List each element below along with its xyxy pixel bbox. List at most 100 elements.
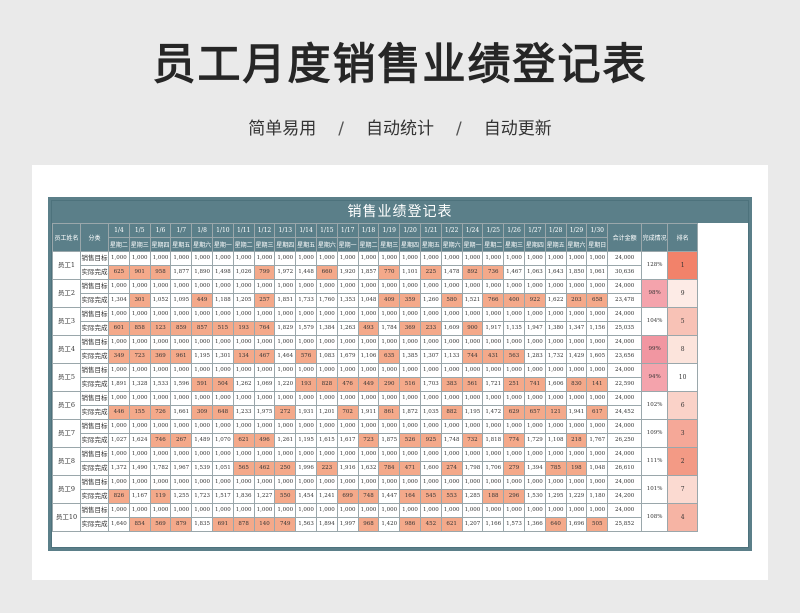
rank-cell: 1 xyxy=(667,251,699,280)
target-cell: 1,000 xyxy=(315,419,338,434)
target-cell: 1,000 xyxy=(399,279,421,294)
category-actual: 实际完成 xyxy=(80,433,109,448)
target-cell: 1,000 xyxy=(336,503,359,518)
actual-cell: 1,767 xyxy=(586,433,609,448)
target-cell: 1,000 xyxy=(378,391,401,406)
target-cell: 1,000 xyxy=(586,335,609,350)
table-row-actual: 实际完成 601 858 123 859 857 515 193 764 1,829 1,579 1,… xyxy=(53,321,698,336)
target-cell: 1,000 xyxy=(295,475,317,490)
target-cell: 1,000 xyxy=(274,391,297,406)
target-cell: 1,000 xyxy=(461,447,484,462)
actual-cell: 828 xyxy=(315,377,338,392)
actual-cell: 968 xyxy=(357,517,380,532)
target-cell: 1,000 xyxy=(461,475,484,490)
target-cell: 1,000 xyxy=(357,475,380,490)
target-cell: 1,000 xyxy=(128,307,151,322)
actual-cell: 1,533 xyxy=(149,377,172,392)
target-cell: 1,000 xyxy=(191,475,213,490)
actual-cell: 1,967 xyxy=(170,461,193,476)
actual-cell: 1,877 xyxy=(170,265,193,280)
actual-cell: 1,304 xyxy=(108,293,130,308)
target-cell: 1,000 xyxy=(295,307,317,322)
target-cell: 1,000 xyxy=(503,419,525,434)
actual-cell: 1,095 xyxy=(170,293,193,308)
target-cell: 1,000 xyxy=(419,475,442,490)
actual-cell: 629 xyxy=(503,405,525,420)
actual-cell: 748 xyxy=(357,489,380,504)
actual-cell: 1,133 xyxy=(440,349,463,364)
actual-cell: 471 xyxy=(399,461,421,476)
table-row-actual: 实际完成 1,891 1,328 1,533 1,596 591 504 1,262 1,069… xyxy=(53,377,698,392)
weekday-header: 星期三 xyxy=(128,237,151,252)
col-header-rank: 排名 xyxy=(667,223,699,252)
target-cell: 1,000 xyxy=(399,419,421,434)
actual-cell: 188 xyxy=(482,489,505,504)
target-cell: 1,000 xyxy=(586,363,609,378)
actual-cell: 476 xyxy=(336,377,359,392)
target-cell: 1,000 xyxy=(419,307,442,322)
table-row-actual: 实际完成 349 723 369 961 1,195 1,301 134 467 1,464 576… xyxy=(53,349,698,364)
target-cell: 1,000 xyxy=(378,335,401,350)
target-cell: 1,000 xyxy=(274,475,297,490)
target-cell: 1,000 xyxy=(253,307,276,322)
target-cell: 1,000 xyxy=(482,363,505,378)
target-cell: 1,000 xyxy=(440,391,463,406)
actual-cell: 1,229 xyxy=(565,489,588,504)
target-cell: 1,000 xyxy=(108,503,130,518)
category-target: 销售目标 xyxy=(80,363,109,378)
actual-cell: 1,035 xyxy=(419,405,442,420)
target-cell: 1,000 xyxy=(170,447,193,462)
target-cell: 1,000 xyxy=(357,419,380,434)
target-cell: 1,000 xyxy=(544,503,567,518)
actual-cell: 640 xyxy=(544,517,567,532)
actual-cell: 1,723 xyxy=(191,489,213,504)
actual-cell: 784 xyxy=(378,461,401,476)
actual-cell: 349 xyxy=(108,349,130,364)
target-cell: 1,000 xyxy=(586,307,609,322)
target-cell: 1,000 xyxy=(274,251,297,266)
actual-cell: 1,429 xyxy=(565,349,588,364)
actual-cell: 1,748 xyxy=(440,433,463,448)
actual-cell: 504 xyxy=(211,377,234,392)
target-cell: 1,000 xyxy=(149,279,172,294)
col-header-total: 合计金额 xyxy=(607,223,643,252)
rank-cell: 5 xyxy=(667,307,699,336)
date-header: 1/19 xyxy=(378,223,401,238)
actual-cell: 785 xyxy=(544,461,567,476)
date-header: 1/29 xyxy=(565,223,588,238)
actual-cell: 1,260 xyxy=(419,293,442,308)
actual-total: 23,656 xyxy=(607,349,643,364)
date-header: 1/5 xyxy=(128,223,151,238)
actual-cell: 496 xyxy=(253,433,276,448)
employee-name: 员工5 xyxy=(52,363,81,392)
target-cell: 1,000 xyxy=(378,279,401,294)
employee-name: 员工2 xyxy=(52,279,81,308)
weekday-header: 星期六 xyxy=(191,237,213,252)
actual-cell: 660 xyxy=(315,265,338,280)
weekday-header: 星期四 xyxy=(523,237,546,252)
target-cell: 1,000 xyxy=(523,335,546,350)
actual-total: 23,478 xyxy=(607,293,643,308)
page-title: 员工月度销售业绩登记表 xyxy=(152,40,648,90)
target-cell: 1,000 xyxy=(565,335,588,350)
target-total: 24,000 xyxy=(607,363,643,378)
actual-cell: 826 xyxy=(108,489,130,504)
target-cell: 1,000 xyxy=(211,503,234,518)
employee-name: 员工7 xyxy=(52,419,81,448)
target-cell: 1,000 xyxy=(336,419,359,434)
actual-cell: 1,464 xyxy=(274,349,297,364)
target-cell: 1,000 xyxy=(108,307,130,322)
target-cell: 1,000 xyxy=(461,335,484,350)
table-row-actual: 实际完成 1,304 301 1,052 1,095 449 1,188 1,205 257 1,… xyxy=(53,293,698,308)
target-cell: 1,000 xyxy=(336,279,359,294)
target-cell: 1,000 xyxy=(357,391,380,406)
actual-cell: 1,051 xyxy=(211,461,234,476)
actual-cell: 1,201 xyxy=(315,405,338,420)
rank-cell: 3 xyxy=(667,419,699,448)
target-cell: 1,000 xyxy=(149,363,172,378)
target-cell: 1,000 xyxy=(274,307,297,322)
target-cell: 1,000 xyxy=(315,251,338,266)
weekday-header: 星期六 xyxy=(565,237,588,252)
target-cell: 1,000 xyxy=(565,391,588,406)
target-cell: 1,000 xyxy=(315,391,338,406)
